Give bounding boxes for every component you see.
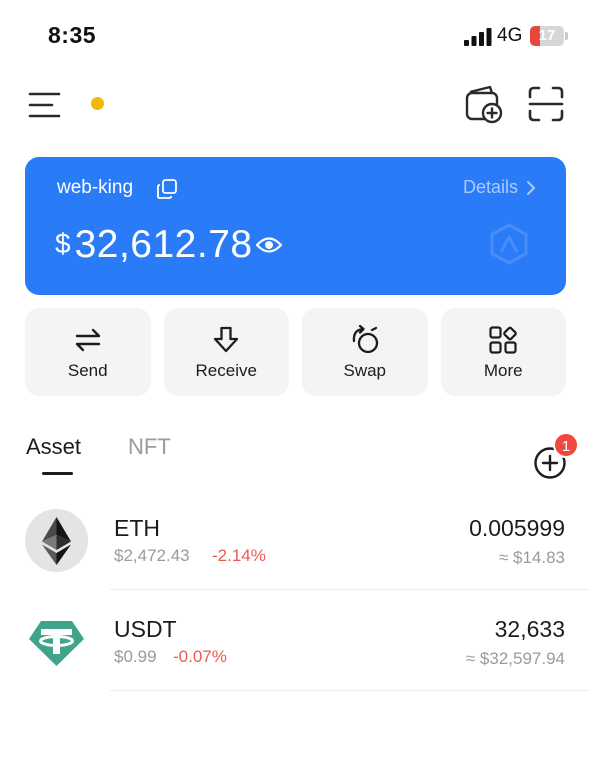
- token-symbol: USDT: [114, 616, 177, 642]
- battery-icon: 17: [530, 26, 568, 46]
- scan-icon[interactable]: [528, 86, 564, 122]
- more-button[interactable]: More: [440, 308, 566, 396]
- swap-icon: [352, 325, 378, 354]
- chevron-right-icon: [527, 180, 535, 195]
- token-row-eth[interactable]: ETH $2,472.43 -2.14% 0.005999 ≈ $14.83: [0, 490, 590, 590]
- balance-currency: $: [55, 228, 71, 259]
- network-type: 4G: [497, 25, 523, 46]
- download-arrow-icon: [214, 326, 239, 353]
- status-bar: 8:35 4G 17: [0, 0, 590, 72]
- token-fiat-value: ≈ $32,597.94: [465, 649, 565, 668]
- swap-button[interactable]: Swap: [302, 308, 428, 396]
- token-symbol: ETH: [114, 515, 160, 541]
- details-label: Details: [462, 177, 518, 197]
- token-row-usdt[interactable]: USDT $0.99 -0.07% 32,633 ≈ $32,597.94: [0, 591, 590, 691]
- wallet-card[interactable]: web-king Details $ 32,612.78: [25, 157, 566, 295]
- active-tab-indicator: [42, 472, 73, 475]
- status-time: 8:35: [48, 22, 97, 48]
- receive-button[interactable]: Receive: [163, 308, 289, 396]
- token-price-change: -2.14%: [212, 546, 266, 565]
- grid-icon: [489, 326, 518, 354]
- details-link[interactable]: Details: [463, 177, 536, 198]
- ethereum-logo-icon: [25, 509, 88, 572]
- token-price: $0.99: [114, 647, 157, 666]
- notification-badge: 1: [553, 432, 579, 458]
- wallet-balance: $ 32,612.78: [55, 223, 253, 267]
- tab-asset[interactable]: Asset: [26, 434, 81, 460]
- tab-nft[interactable]: NFT: [128, 434, 171, 460]
- token-amount: 0.005999: [469, 515, 565, 541]
- menu-icon[interactable]: [28, 88, 62, 122]
- chain-logo-icon: [490, 223, 528, 265]
- swap-label: Swap: [343, 361, 387, 380]
- token-amount: 32,633: [494, 616, 565, 642]
- row-divider: [110, 690, 590, 691]
- token-price-change: -0.07%: [173, 647, 227, 666]
- battery-level: 17: [538, 27, 556, 44]
- connection-status-dot: [91, 97, 104, 110]
- token-price: $2,472.43: [114, 546, 190, 565]
- send-label: Send: [67, 361, 108, 380]
- eye-icon[interactable]: [255, 235, 283, 255]
- wallet-add-icon[interactable]: [464, 84, 504, 124]
- tether-logo-icon: [29, 621, 84, 666]
- more-label: More: [483, 361, 523, 380]
- copy-icon[interactable]: [156, 178, 178, 200]
- receive-label: Receive: [195, 361, 257, 380]
- transfer-arrows-icon: [75, 328, 100, 352]
- send-button[interactable]: Send: [25, 308, 151, 396]
- token-fiat-value: ≈ $14.83: [498, 548, 565, 567]
- cellular-signal-icon: [464, 28, 492, 46]
- quick-actions: Send Receive Swap More: [25, 308, 566, 396]
- balance-value: 32,612.78: [74, 223, 253, 266]
- row-divider: [110, 589, 590, 590]
- wallet-name: web-king: [57, 177, 134, 198]
